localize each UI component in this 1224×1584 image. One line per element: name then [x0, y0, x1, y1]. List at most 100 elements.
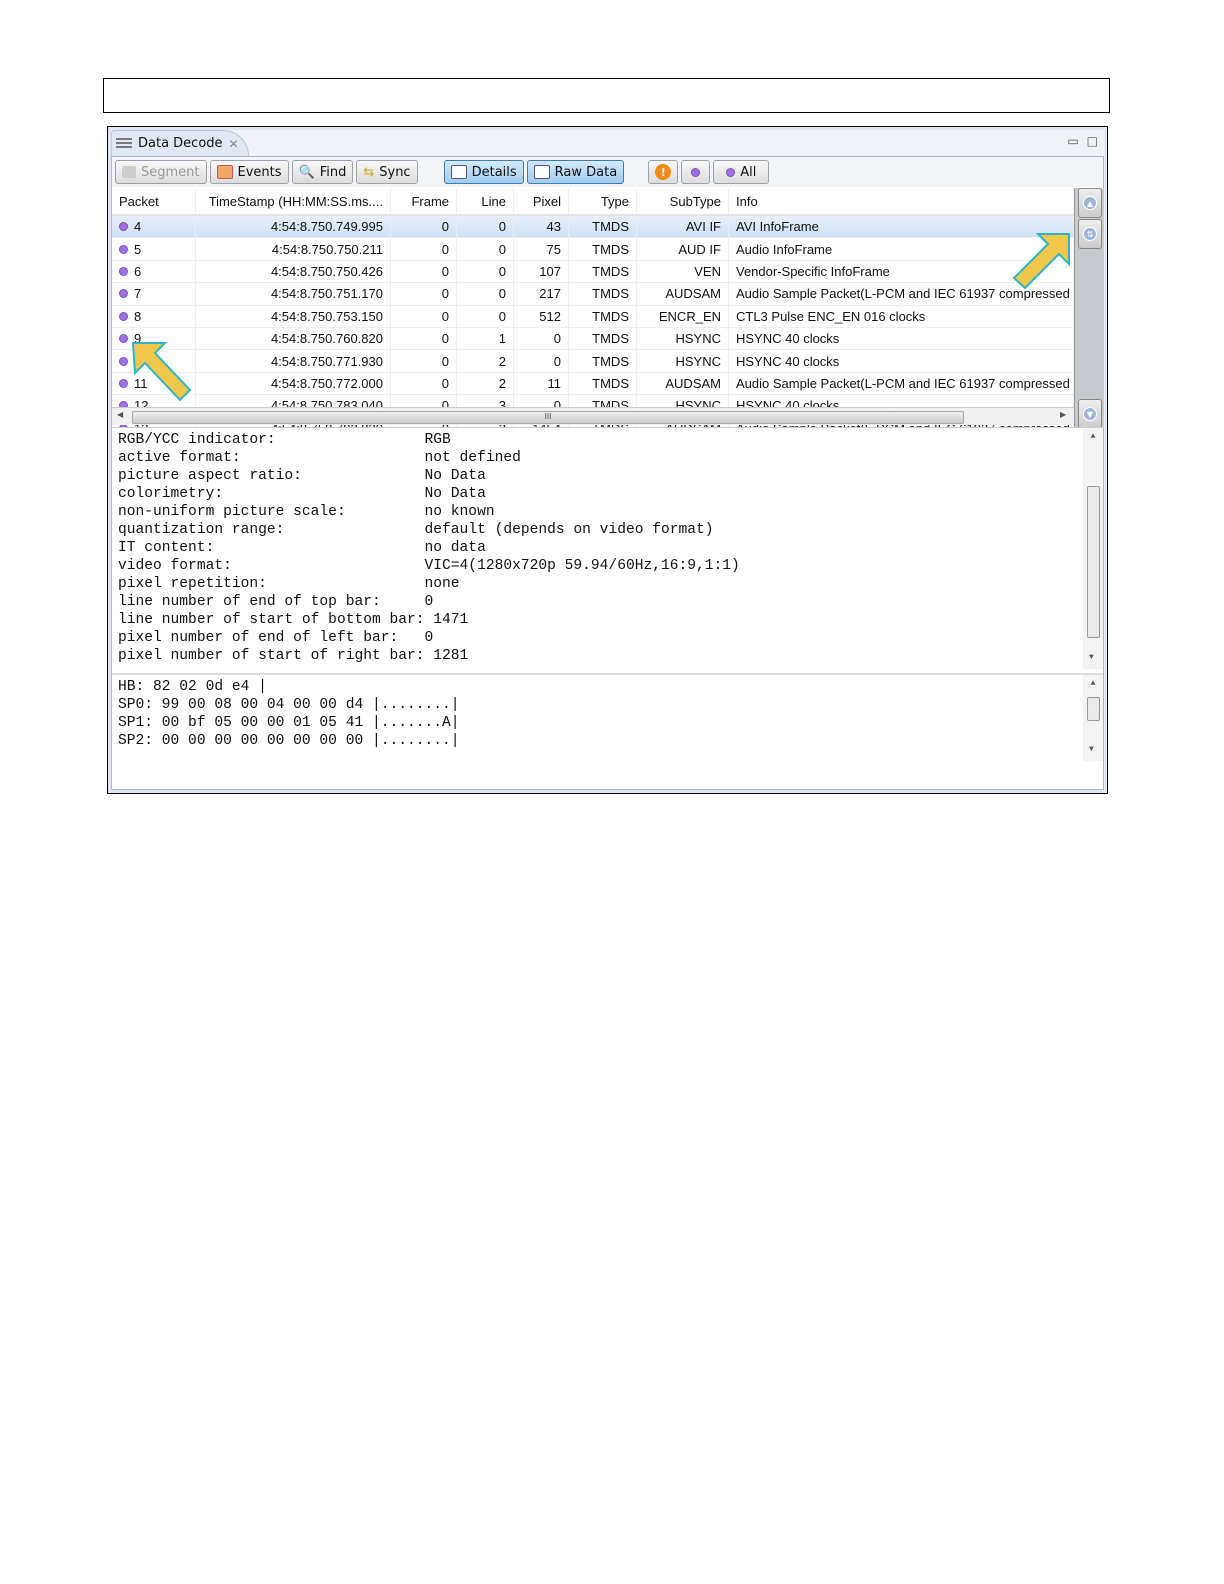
- all-filter-button[interactable]: All: [713, 160, 770, 184]
- details-line: pixel number of end of left bar: 0: [118, 630, 434, 646]
- sync-button[interactable]: ⇆ Sync: [356, 160, 418, 184]
- cell-text: 4:54:8.750.750.211: [271, 241, 383, 257]
- table-row[interactable]: 4:54:8.750.771.930 0 2 0 TMDS HSYNC HSYNC 40 c…: [112, 350, 1074, 373]
- scroll-thumb[interactable]: [1087, 697, 1100, 721]
- table-row[interactable]: 8 4:54:8.750.753.150 0 0 512 TMDS ENCR_EN CTL3 …: [112, 305, 1074, 328]
- dot-filter-button[interactable]: [681, 160, 711, 184]
- raw-data-label: Raw Data: [554, 164, 618, 180]
- scroll-thumb[interactable]: III: [132, 411, 964, 424]
- cell-info: HSYNC 40 clocks: [729, 350, 1074, 372]
- details-button[interactable]: Details: [443, 160, 524, 184]
- col-type[interactable]: Type: [569, 188, 637, 214]
- cell-type: TMDS: [569, 327, 637, 350]
- cell-text: TMDS: [592, 219, 629, 235]
- raw-line: SP2: 00 00 00 00 00 00 00 00 |........|: [118, 733, 460, 749]
- cell-info: CTL3 Pulse ENC_EN 016 clocks: [729, 305, 1074, 327]
- cell-text: Audio Sample Packet(L-PCM and IEC 61937 …: [736, 286, 1070, 302]
- col-subtype[interactable]: SubType: [637, 188, 729, 214]
- cell-pixel: 43: [514, 216, 569, 238]
- cell-text: 11: [134, 375, 148, 391]
- find-button[interactable]: 🔍 Find: [291, 160, 354, 184]
- cell-text: 0: [498, 219, 506, 235]
- cell-packet: 6: [112, 260, 196, 283]
- cell-text: ENCR_EN: [658, 308, 721, 324]
- cell-frame: 0: [391, 238, 457, 260]
- cell-timestamp: 4:54:8.750.760.820: [196, 327, 391, 350]
- cell-text: 0: [553, 331, 561, 347]
- col-packet[interactable]: Packet: [112, 188, 196, 214]
- events-icon: [216, 165, 233, 179]
- cell-text: 7: [134, 286, 142, 302]
- raw-scrollbar[interactable]: ▲ ▼: [1083, 675, 1103, 761]
- cell-timestamp: 4:54:8.750.771.930: [196, 350, 391, 372]
- cell-subtype: HSYNC: [637, 350, 729, 372]
- table-row[interactable]: 6 4:54:8.750.750.426 0 0 107 TMDS VEN Vendor-Sp…: [112, 260, 1074, 284]
- col-timestamp[interactable]: TimeStamp (HH:MM:SS.ms....: [196, 188, 391, 214]
- cell-packet: 4: [112, 216, 196, 238]
- table-horizontal-scrollbar[interactable]: ◀ III ▶: [112, 407, 1074, 425]
- col-line[interactable]: Line: [457, 188, 514, 214]
- minimize-icon[interactable]: ▭: [1067, 134, 1078, 148]
- cell-type: TMDS: [569, 283, 637, 305]
- scroll-left-icon[interactable]: ◀: [117, 410, 123, 419]
- cell-text: TMDS: [592, 375, 629, 391]
- packet-dot-icon: [119, 266, 128, 276]
- table-row[interactable]: 4 4:54:8.750.749.995 0 0 43 TMDS AVI IF AVI Inf…: [112, 216, 1074, 239]
- table-row[interactable]: 5 4:54:8.750.750.211 0 0 75 TMDS AUD IF Audio I…: [112, 238, 1074, 261]
- raw-line: SP0: 99 00 08 00 04 00 00 d4 |........|: [118, 697, 460, 713]
- col-info[interactable]: Info: [729, 188, 1074, 214]
- cell-text: 0: [498, 241, 506, 257]
- cell-text: 0: [441, 353, 449, 369]
- scroll-right-icon[interactable]: ▶: [1060, 410, 1066, 419]
- cell-text: 217: [539, 286, 561, 302]
- cell-pixel: 11: [514, 372, 569, 395]
- cell-type: TMDS: [569, 350, 637, 372]
- cell-pixel: 0: [514, 327, 569, 350]
- col-pixel[interactable]: Pixel: [514, 188, 569, 214]
- table-row[interactable]: 11 4:54:8.750.772.000 0 2 11 TMDS AUDSAM Audio …: [112, 372, 1074, 396]
- table-row[interactable]: 7 4:54:8.750.751.170 0 0 217 TMDS AUDSAM Audio …: [112, 283, 1074, 306]
- tab-data-decode[interactable]: Data Decode ✕: [111, 130, 249, 156]
- scroll-sync-button[interactable]: ⇅: [1078, 219, 1102, 249]
- table-row[interactable]: 9 4:54:8.750.760.820 0 1 0 TMDS HSYNC HSYNC 40 …: [112, 327, 1074, 351]
- cell-text: TMDS: [592, 241, 629, 257]
- cell-type: TMDS: [569, 238, 637, 260]
- segment-button[interactable]: Segment: [115, 160, 207, 184]
- cell-text: 4:54:8.750.753.150: [270, 308, 383, 324]
- scroll-top-button[interactable]: ▲: [1078, 188, 1102, 218]
- cell-pixel: 107: [514, 260, 569, 283]
- maximize-icon[interactable]: □: [1087, 134, 1098, 148]
- cell-text: AUD IF: [678, 241, 721, 257]
- cell-line: 0: [457, 283, 514, 305]
- close-icon[interactable]: ✕: [229, 137, 239, 151]
- packet-dot-icon: [119, 334, 128, 344]
- col-frame[interactable]: Frame: [391, 188, 457, 214]
- folder-icon: [122, 166, 136, 178]
- table-vertical-scrollbar[interactable]: ▲ ⇅ ▼: [1074, 188, 1104, 429]
- events-button[interactable]: Events: [209, 160, 289, 184]
- cell-timestamp: 4:54:8.750.751.170: [196, 283, 391, 305]
- raw-data-button[interactable]: Raw Data: [526, 160, 625, 184]
- details-scrollbar[interactable]: ▲ ▼: [1083, 428, 1103, 669]
- cell-timestamp: 4:54:8.750.772.000: [196, 372, 391, 395]
- cell-frame: 0: [391, 216, 457, 238]
- cell-text: 0: [441, 308, 449, 324]
- cell-frame: 0: [391, 327, 457, 350]
- cell-text: 4:54:8.750.760.820: [270, 331, 383, 347]
- raw-line: SP1: 00 bf 05 00 00 01 05 41 |.......A|: [118, 715, 460, 731]
- cell-line: 2: [457, 350, 514, 372]
- cell-timestamp: 4:54:8.750.753.150: [196, 305, 391, 327]
- cell-line: 0: [457, 260, 514, 283]
- cell-text: TMDS: [592, 263, 629, 279]
- cell-text: 4:54:8.750.771.930: [270, 353, 383, 369]
- details-line: active format: not defined: [118, 450, 521, 466]
- scroll-bottom-button[interactable]: ▼: [1078, 399, 1102, 429]
- cell-type: TMDS: [569, 305, 637, 327]
- cell-text: CTL3 Pulse ENC_EN 016 clocks: [736, 308, 926, 324]
- cell-text: 8: [134, 308, 142, 324]
- cell-line: 0: [457, 238, 514, 260]
- window-icon: [450, 165, 467, 179]
- cell-text: 11: [547, 375, 562, 391]
- warning-filter-button[interactable]: !: [648, 160, 679, 184]
- scroll-thumb[interactable]: [1087, 486, 1100, 638]
